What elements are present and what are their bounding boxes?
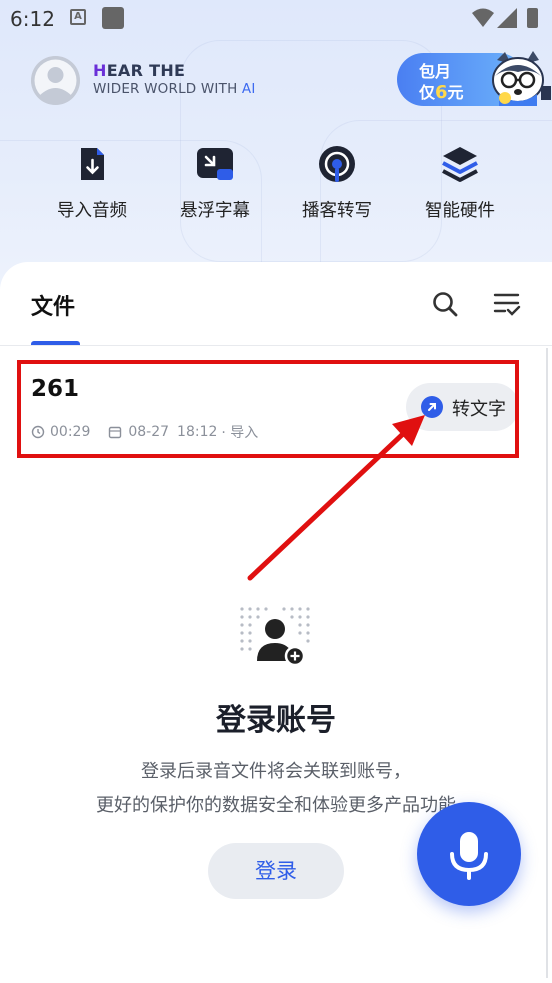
- login-button[interactable]: 登录: [208, 843, 344, 899]
- microphone-icon: [450, 832, 488, 880]
- login-description-line1: 登录后录音文件将会关联到账号，: [141, 761, 411, 782]
- login-title: 登录账号: [216, 703, 336, 738]
- record-button[interactable]: [417, 802, 521, 906]
- user-add-icon: [240, 607, 310, 667]
